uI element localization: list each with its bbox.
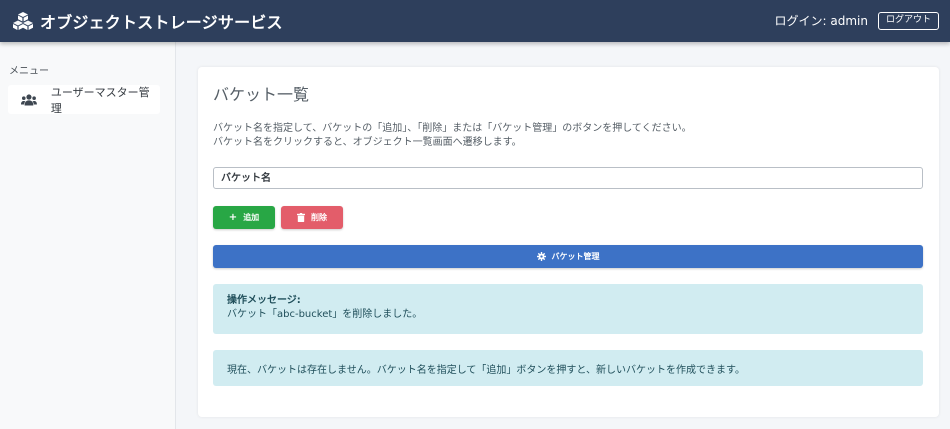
bucket-manage-label: バケット管理: [551, 252, 600, 261]
users-icon: [21, 93, 37, 105]
menu-label: メニュー: [9, 66, 49, 77]
sidebar-item-label: ユーザーマスター管理: [50, 85, 150, 115]
app-title: オブジェクトストレージサービス: [40, 13, 283, 32]
gear-icon: [536, 252, 546, 261]
delete-button-label: 削除: [311, 213, 327, 222]
action-buttons: + 追加 削除: [213, 206, 924, 229]
delete-button[interactable]: 削除: [281, 206, 343, 229]
alert-title: 操作メッセージ:: [227, 295, 301, 306]
app-header: オブジェクトストレージサービス ログイン: admin ログアウト: [0, 0, 950, 42]
trash-icon: [297, 213, 305, 222]
plus-icon: +: [228, 211, 238, 223]
empty-info-alert: 現在、バケットは存在しません。バケット名を指定して「追加」ボタンを押すと、新しい…: [213, 350, 923, 386]
brand: オブジェクトストレージサービス: [13, 9, 283, 33]
page-description: バケット名を指定して、バケットの「追加」、「削除」または「バケット管理」のボタン…: [213, 122, 924, 150]
page-title: バケット一覧: [213, 85, 310, 104]
bucket-list-card: バケット一覧 バケット名を指定して、バケットの「追加」、「削除」または「バケット…: [198, 67, 939, 417]
add-button-label: 追加: [243, 213, 260, 222]
description-line-2: バケット名をクリックすると、オブジェクト一覧画面へ遷移します。: [213, 137, 522, 148]
login-user-text: ログイン: admin: [774, 14, 868, 29]
sidebar: メニュー ユーザーマスター管理: [0, 42, 176, 429]
operation-message-alert: 操作メッセージ: バケット「abc-bucket」を削除しました。: [213, 284, 923, 334]
info-text: 現在、バケットは存在しません。バケット名を指定して「追加」ボタンを押すと、新しい…: [227, 364, 745, 376]
user-area: ログイン: admin ログアウト: [775, 12, 939, 30]
add-button[interactable]: + 追加: [213, 206, 275, 229]
logout-button[interactable]: ログアウト: [877, 12, 939, 30]
cubes-icon: [13, 12, 33, 30]
bucket-name-input[interactable]: [213, 167, 923, 189]
sidebar-item-user-master[interactable]: ユーザーマスター管理: [8, 85, 160, 115]
description-line-1: バケット名を指定して、バケットの「追加」、「削除」または「バケット管理」のボタン…: [213, 123, 692, 134]
alert-text: バケット「abc-bucket」を削除しました。: [227, 309, 423, 320]
bucket-manage-button[interactable]: バケット管理: [213, 245, 923, 268]
